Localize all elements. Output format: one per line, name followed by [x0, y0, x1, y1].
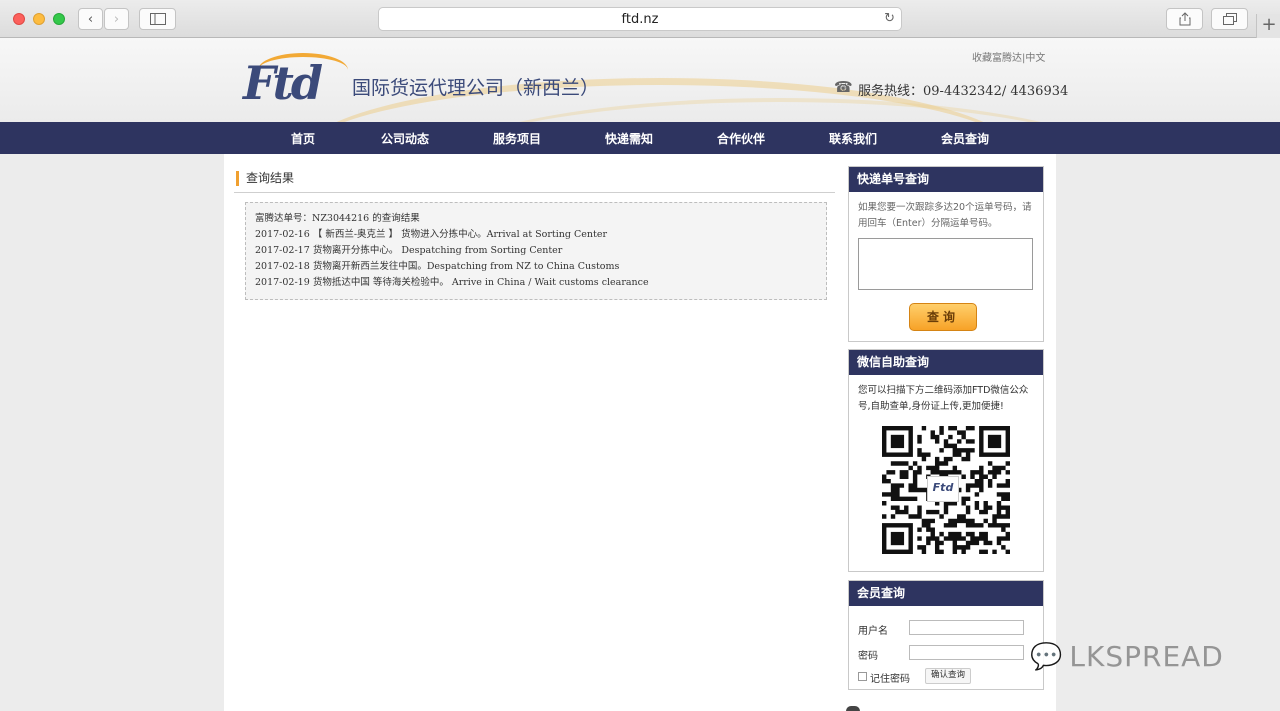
watermark: 💬 LKSPREAD: [1030, 640, 1224, 673]
tabs-overview-button[interactable]: [1211, 8, 1248, 30]
back-button[interactable]: ‹: [78, 8, 103, 30]
tracking-hint: 如果您要一次跟踪多达20个运单号码，请用回车（Enter）分隔运单号码。: [858, 202, 1032, 229]
site-logo[interactable]: Ftd: [243, 56, 323, 110]
sidebar-toggle-button[interactable]: [139, 8, 176, 30]
nav-item-news[interactable]: 公司动态: [381, 130, 429, 147]
username-label: 用户名: [858, 626, 888, 637]
confirm-query-button[interactable]: 确认查询: [925, 668, 972, 684]
site-header: Ftd 国际货运代理公司（新西兰） 收藏富腾达|中文 ☎ 服务热线：09-443…: [0, 38, 1280, 122]
divider: [234, 192, 835, 193]
hotline-label: 服务热线：: [858, 84, 924, 99]
address-bar[interactable]: ftd.nz ↻: [378, 7, 902, 31]
sidebar-icon: [149, 13, 166, 25]
company-name: 国际货运代理公司（新西兰）: [352, 77, 600, 99]
tracking-number-input[interactable]: [858, 238, 1033, 290]
member-form: 用户名 密码 记住密码 确认查询: [849, 606, 1043, 690]
minimize-window-button[interactable]: [33, 13, 45, 25]
url-text: ftd.nz: [621, 12, 659, 27]
nav-item-contact[interactable]: 联系我们: [829, 130, 877, 147]
result-header: 富腾达单号：NZ3044216 的查询结果: [255, 213, 420, 224]
wechat-panel-title: 微信自助查询: [849, 350, 1043, 375]
result-event: 2017-02-16 【 新西兰-奥克兰 】 货物进入分拣中心。Arrival …: [255, 227, 817, 243]
query-button[interactable]: 查询: [909, 303, 977, 331]
result-event: 2017-02-17 货物离开分拣中心。 Despatching from So…: [255, 243, 817, 259]
chevron-left-icon: ‹: [87, 11, 94, 27]
forward-button[interactable]: ›: [104, 8, 129, 30]
event-date: 2017-02-18: [255, 261, 310, 272]
password-label: 密码: [858, 651, 878, 662]
event-date: 2017-02-16: [255, 229, 310, 240]
event-text: 货物抵达中国 等待海关检验中。 Arrive in China / Wait c…: [312, 277, 649, 288]
remember-label: 记住密码: [870, 674, 910, 685]
share-button[interactable]: [1166, 8, 1203, 30]
remember-checkbox[interactable]: [858, 672, 867, 681]
tracking-panel: 快递单号查询 如果您要一次跟踪多达20个运单号码，请用回车（Enter）分隔运单…: [848, 166, 1044, 342]
event-text: 货物离开新西兰发往中国。Despatching from NZ to China…: [312, 261, 620, 272]
tracking-panel-title: 快递单号查询: [849, 167, 1043, 192]
username-input[interactable]: [909, 620, 1024, 635]
reload-icon[interactable]: ↻: [884, 11, 895, 26]
main-nav: 首页 公司动态 服务项目 快递需知 合作伙伴 联系我们 会员查询: [0, 122, 1280, 154]
top-links[interactable]: 收藏富腾达|中文: [972, 49, 1045, 64]
nav-item-home[interactable]: 首页: [291, 130, 315, 147]
wechat-qr-code: Ftd: [882, 426, 1011, 555]
tracking-result-box: 富腾达单号：NZ3044216 的查询结果 2017-02-16 【 新西兰-奥…: [245, 202, 827, 300]
event-text: 【 新西兰-奥克兰 】 货物进入分拣中心。Arrival at Sorting …: [312, 229, 607, 240]
hotline-numbers: 09-4432342/ 4436934: [923, 84, 1069, 99]
close-window-button[interactable]: [13, 13, 25, 25]
partial-icon: [846, 706, 860, 711]
qr-logo: Ftd: [927, 476, 959, 502]
result-title: 查询结果: [236, 171, 294, 186]
result-event: 2017-02-19 货物抵达中国 等待海关检验中。 Arrive in Chi…: [255, 275, 817, 291]
hotline: 服务热线：09-4432342/ 4436934: [858, 80, 1068, 99]
nav-item-shipping-notes[interactable]: 快递需知: [605, 130, 653, 147]
main-content: 查询结果 富腾达单号：NZ3044216 的查询结果 2017-02-16 【 …: [224, 154, 1056, 711]
result-event: 2017-02-18 货物离开新西兰发往中国。Despatching from …: [255, 259, 817, 275]
zoom-window-button[interactable]: [53, 13, 65, 25]
password-input[interactable]: [909, 645, 1024, 660]
phone-icon: ☎: [834, 78, 853, 96]
wechat-panel: 微信自助查询 您可以扫描下方二维码添加FTD微信公众号,自助查单,身份证上传,更…: [848, 349, 1044, 572]
browser-toolbar: ‹ › ftd.nz ↻ +: [0, 0, 1280, 38]
member-panel: 会员查询 用户名 密码 记住密码 确认查询: [848, 580, 1044, 690]
share-icon: [1179, 12, 1190, 26]
nav-item-member[interactable]: 会员查询: [941, 130, 989, 147]
tabs-icon: [1222, 13, 1237, 25]
event-date: 2017-02-19: [255, 277, 310, 288]
event-date: 2017-02-17: [255, 245, 310, 256]
event-text: 货物离开分拣中心。 Despatching from Sorting Cente…: [312, 245, 563, 256]
new-tab-button[interactable]: +: [1256, 14, 1280, 38]
member-panel-title: 会员查询: [849, 581, 1043, 606]
chevron-right-icon: ›: [113, 11, 120, 27]
wechat-text: 您可以扫描下方二维码添加FTD微信公众号,自助查单,身份证上传,更加便捷!: [858, 385, 1029, 412]
nav-item-services[interactable]: 服务项目: [493, 130, 541, 147]
watermark-text: LKSPREAD: [1069, 640, 1224, 673]
wechat-icon: 💬: [1030, 641, 1064, 672]
nav-item-partners[interactable]: 合作伙伴: [717, 130, 765, 147]
